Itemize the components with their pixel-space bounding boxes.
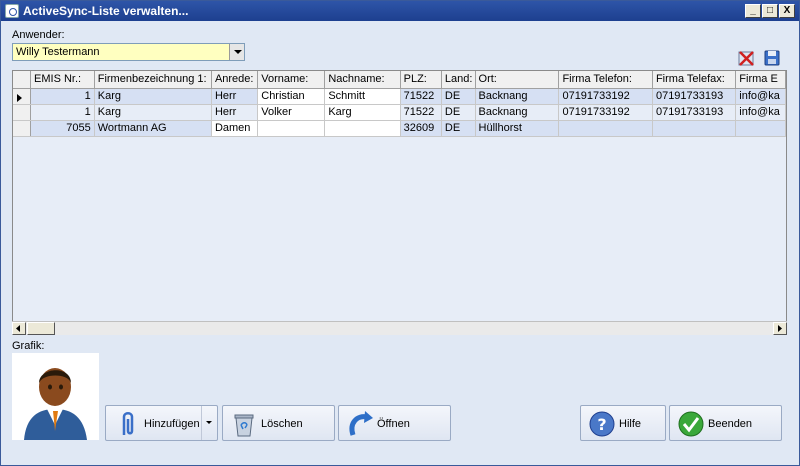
delete-button[interactable]: Löschen [222,405,335,441]
column-header[interactable]: Anrede: [211,71,259,89]
column-header[interactable]: Nachname: [324,71,401,89]
help-icon: ? [589,411,615,437]
column-header[interactable]: Vorname: [257,71,326,89]
delete-entry-icon[interactable] [737,49,755,67]
table-cell[interactable]: 07191733193 [652,104,737,121]
trash-icon [234,414,254,437]
user-label: Anwender: [12,29,65,41]
table-cell[interactable] [558,120,653,137]
contacts-table: EMIS Nr.: Firmenbezeichnung 1: Anrede: V… [13,71,786,137]
user-avatar [12,353,99,440]
open-button[interactable]: Öffnen [338,405,451,441]
row-indicator[interactable] [13,88,32,105]
table-cell[interactable]: Backnang [475,88,560,105]
current-row-arrow-icon [17,94,22,102]
table-header: EMIS Nr.: Firmenbezeichnung 1: Anrede: V… [13,71,786,89]
table-cell[interactable]: Schmitt [324,88,401,105]
table-cell[interactable]: Herr [211,104,259,121]
table-cell[interactable]: 1 [30,88,95,105]
table-cell[interactable]: 07191733192 [558,88,653,105]
arrow-left-icon [16,325,20,332]
close-button[interactable]: X [779,4,795,18]
paperclip-icon [122,412,134,435]
table-cell[interactable]: Karg [94,104,212,121]
table-cell[interactable] [735,120,786,137]
grafik-label: Grafik: [12,340,45,352]
column-header[interactable]: PLZ: [400,71,442,89]
row-indicator-header [13,71,32,89]
table-cell[interactable]: DE [441,120,476,137]
help-button-label: Hilfe [619,418,642,430]
table-cell[interactable]: 07191733192 [558,104,653,121]
table-cell[interactable]: info@ka [735,88,786,105]
table-cell[interactable]: info@ka [735,104,786,121]
title-bar[interactable]: ActiveSync-Liste verwalten... _ □ X [1,1,799,21]
column-header[interactable]: Firma Telefon: [558,71,653,89]
column-header[interactable]: Land: [441,71,476,89]
table-row[interactable]: 7055 Wortmann AG Damen 32609 DE Hüllhors… [13,120,786,137]
table-cell[interactable] [652,120,737,137]
exit-button-label: Beenden [708,418,753,430]
minimize-button[interactable]: _ [745,4,761,18]
table-cell[interactable]: 07191733193 [652,88,737,105]
maximize-button[interactable]: □ [762,4,778,18]
table-cell[interactable]: 71522 [400,104,442,121]
scroll-right-button[interactable] [773,322,787,335]
main-window: ActiveSync-Liste verwalten... _ □ X Anwe… [0,0,800,466]
column-header[interactable]: Firma Telefax: [652,71,737,89]
table-cell[interactable]: Hüllhorst [475,120,560,137]
column-header[interactable]: Firma E [735,71,786,89]
column-header[interactable]: Firmenbezeichnung 1: [94,71,212,89]
column-header[interactable]: EMIS Nr.: [30,71,95,89]
table-cell[interactable]: Wortmann AG [94,120,212,137]
add-dropdown-arrow[interactable] [201,406,217,440]
table-cell[interactable]: 1 [30,104,95,121]
table-cell[interactable]: Damen [211,120,259,137]
table-cell[interactable]: 7055 [30,120,95,137]
window-title: ActiveSync-Liste verwalten... [23,4,189,18]
help-button[interactable]: ? Hilfe [580,405,666,441]
table-cell[interactable]: Backnang [475,104,560,121]
add-button-label: Hinzufügen [144,418,200,430]
delete-button-label: Löschen [261,418,303,430]
user-select[interactable]: Willy Testermann [12,43,245,61]
table-row[interactable]: 1 Karg Herr Christian Schmitt 71522 DE B… [13,88,786,105]
scrollbar-thumb[interactable] [27,322,55,335]
checkmark-icon [678,411,704,437]
chevron-down-icon[interactable] [229,44,244,60]
table-cell[interactable] [257,120,326,137]
arrow-right-icon [778,325,782,332]
exit-button[interactable]: Beenden [669,405,782,441]
table-cell[interactable]: DE [441,104,476,121]
table-cell[interactable]: Volker [257,104,326,121]
add-button[interactable]: Hinzufügen [105,405,218,441]
contacts-grid[interactable]: EMIS Nr.: Firmenbezeichnung 1: Anrede: V… [12,70,787,335]
table-cell[interactable]: DE [441,88,476,105]
table-cell[interactable] [324,120,401,137]
open-button-label: Öffnen [377,418,410,430]
table-cell[interactable]: Christian [257,88,326,105]
scroll-left-button[interactable] [12,322,26,335]
app-icon [5,4,19,18]
table-cell[interactable]: Karg [324,104,401,121]
table-cell[interactable]: Herr [211,88,259,105]
table-row[interactable]: 1 Karg Herr Volker Karg 71522 DE Backnan… [13,104,786,121]
user-select-value: Willy Testermann [16,46,100,58]
row-indicator[interactable] [13,104,32,121]
table-cell[interactable]: 71522 [400,88,442,105]
row-indicator[interactable] [13,120,32,137]
open-arrow-icon [349,411,373,436]
horizontal-scrollbar[interactable] [12,321,787,335]
column-header[interactable]: Ort: [475,71,560,89]
person-avatar-icon [24,368,87,440]
table-cell[interactable]: Karg [94,88,212,105]
table-cell[interactable]: 32609 [400,120,442,137]
save-icon[interactable] [763,49,781,67]
svg-text:?: ? [597,415,606,434]
